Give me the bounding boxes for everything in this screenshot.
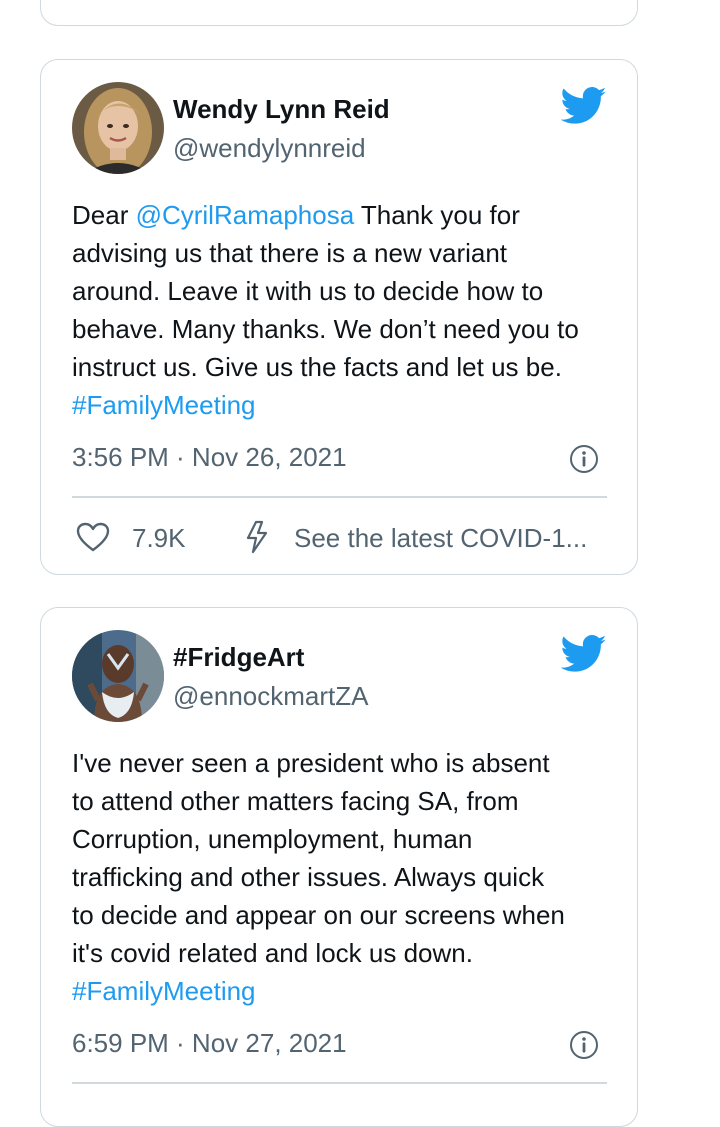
twitter-bird-icon[interactable] [561, 86, 607, 126]
like-count[interactable]: 7.9K [132, 523, 186, 554]
hashtag-link[interactable]: #FamilyMeeting [72, 972, 620, 1010]
tweet-text: Dear @CyrilRamaphosa Thank you for advis… [72, 196, 620, 424]
twitter-bird-icon[interactable] [561, 634, 607, 674]
display-name[interactable]: Wendy Lynn Reid [173, 94, 390, 125]
text-line: to decide and appear on our screens when [72, 900, 565, 930]
mention-link[interactable]: @CyrilRamaphosa [136, 200, 355, 230]
text-line: trafficking and other issues. Always qui… [72, 862, 545, 892]
text-line: Thank you for [354, 200, 520, 230]
lightning-bolt-icon[interactable] [242, 520, 272, 554]
text-line: Corruption, unemployment, human [72, 824, 473, 854]
text-line: it's covid related and lock us down. [72, 938, 473, 968]
timestamp[interactable]: 6:59 PM · Nov 27, 2021 [72, 1028, 347, 1059]
heart-icon[interactable] [76, 522, 110, 552]
text-line: behave. Many thanks. We don’t need you t… [72, 314, 579, 344]
avatar[interactable] [72, 630, 164, 722]
tweet-text: I've never seen a president who is absen… [72, 744, 620, 1010]
tweet-card[interactable]: #FridgeArt @ennockmartZA I've never seen… [40, 607, 638, 1127]
tweet-actions: 7.9K See the latest COVID-1... [72, 516, 612, 556]
divider [72, 496, 607, 498]
hashtag-link[interactable]: #FamilyMeeting [72, 386, 620, 424]
info-icon[interactable] [569, 444, 599, 474]
user-handle[interactable]: @wendylynnreid [173, 133, 366, 164]
previous-tweet-card [40, 0, 638, 26]
text-line: around. Leave it with us to decide how t… [72, 276, 544, 306]
timestamp[interactable]: 3:56 PM · Nov 26, 2021 [72, 442, 347, 473]
text-prefix: Dear [72, 200, 136, 230]
text-line: to attend other matters facing SA, from [72, 786, 519, 816]
divider [72, 1082, 607, 1084]
text-line: instruct us. Give us the facts and let u… [72, 352, 562, 382]
text-line: I've never seen a president who is absen… [72, 748, 550, 778]
avatar[interactable] [72, 82, 164, 174]
text-line: advising us that there is a new variant [72, 238, 508, 268]
display-name[interactable]: #FridgeArt [173, 642, 304, 673]
info-icon[interactable] [569, 1030, 599, 1060]
covid-info-link[interactable]: See the latest COVID-1... [294, 523, 587, 554]
user-handle[interactable]: @ennockmartZA [173, 681, 368, 712]
tweet-card[interactable]: Wendy Lynn Reid @wendylynnreid Dear @Cyr… [40, 59, 638, 575]
